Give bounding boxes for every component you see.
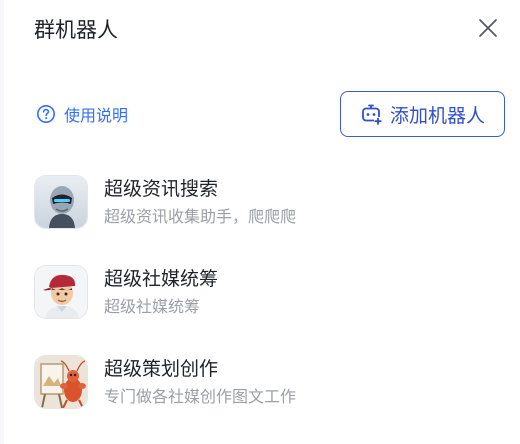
bot-description: 超级社媒统筹 xyxy=(104,296,201,316)
question-circle-icon xyxy=(36,104,56,124)
bot-item[interactable]: 超级资讯搜索 超级资讯收集助手，爬爬爬 xyxy=(34,172,474,232)
usage-guide-link[interactable]: 使用说明 xyxy=(36,102,128,126)
bot-plus-icon xyxy=(360,103,382,125)
bot-item[interactable]: 超级社媒统筹 超级社媒统筹 xyxy=(34,262,474,322)
bot-name: 超级策划创作 xyxy=(104,357,219,380)
close-icon xyxy=(478,18,498,42)
usage-guide-label: 使用说明 xyxy=(64,106,129,125)
bot-name: 超级资讯搜索 xyxy=(104,177,219,200)
add-bot-button[interactable]: 添加机器人 xyxy=(340,91,505,137)
close-button[interactable] xyxy=(474,16,502,44)
bot-name: 超级社媒统筹 xyxy=(104,267,219,290)
robot-avatar xyxy=(34,175,88,229)
bot-item[interactable]: 超级策划创作 专门做各社媒创作图文工作 xyxy=(34,352,474,412)
add-bot-label: 添加机器人 xyxy=(389,104,485,127)
bot-description: 超级资讯收集助手，爬爬爬 xyxy=(104,206,297,226)
panel-title: 群机器人 xyxy=(34,18,118,42)
lobster-painter-avatar xyxy=(34,355,88,409)
bot-description: 专门做各社媒创作图文工作 xyxy=(104,386,297,406)
group-bots-panel: 群机器人 使用说明 添加机器人 超级资讯搜索 超级资讯收集助手，爬爬爬 超级社媒… xyxy=(4,0,520,444)
cartoon-boy-avatar xyxy=(34,265,88,319)
